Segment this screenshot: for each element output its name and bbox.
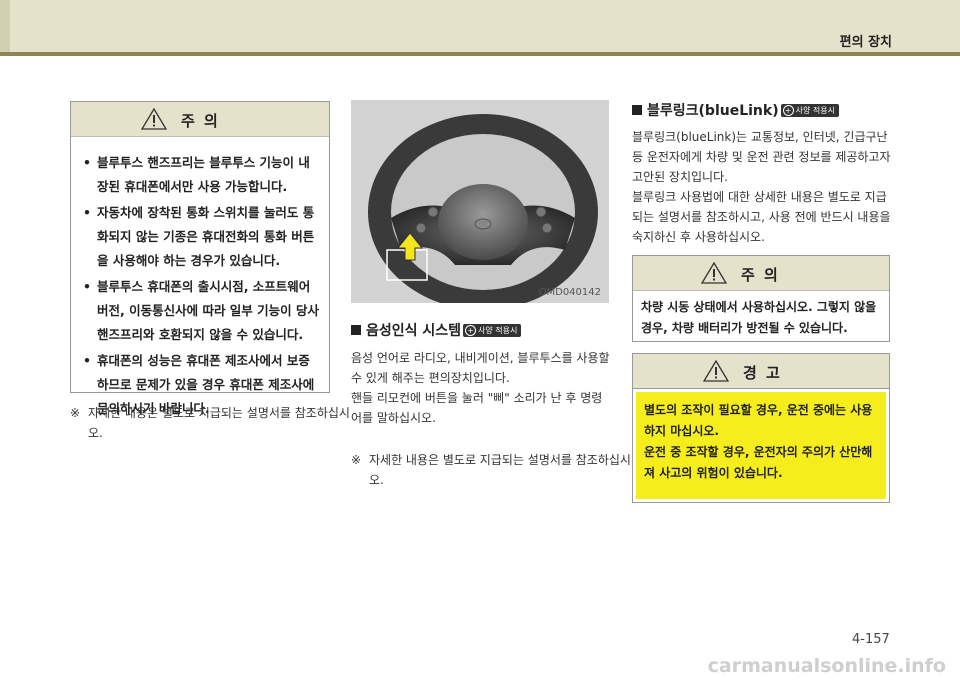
caution-title: 주 의 xyxy=(181,112,220,130)
warning-line: 운전 중 조작할 경우, 운전자의 주의가 산만해져 사고의 위험이 있습니다. xyxy=(644,445,873,480)
caution-text: 차량 시동 상태에서 사용하십시오. 그렇지 않을 경우, 차량 배터리가 방전… xyxy=(641,300,877,335)
caution-header: 주 의 xyxy=(71,102,329,137)
caution-header: 주 의 xyxy=(633,256,889,291)
plus-circle-icon: + xyxy=(465,325,477,336)
caution-list: 블루투스 핸즈프리는 블루투스 기능이 내장된 휴대폰에서만 사용 가능합니다.… xyxy=(71,137,329,433)
section-square-icon xyxy=(632,105,642,115)
reference-mark: ※ xyxy=(70,406,81,420)
warning-line: 별도의 조작이 필요할 경우, 운전 중에는 사용하지 마십시오. xyxy=(644,403,873,438)
section-header-title: 편의 장치 xyxy=(839,35,892,50)
watermark: carmanualsonline.info xyxy=(707,655,946,677)
left-note: ※ 자세한 내용은 별도로 지급되는 설명서를 참조하십시오. xyxy=(70,403,350,443)
middle-note: ※ 자세한 내용은 별도로 지급되는 설명서를 참조하십시오. xyxy=(351,450,631,490)
reference-mark: ※ xyxy=(351,453,362,467)
warning-title: 경 고 xyxy=(743,364,782,382)
list-item: 자동차에 장착된 통화 스위치를 눌러도 통화되지 않는 기종은 휴대전화의 통… xyxy=(83,201,319,273)
left-caution-box: 주 의 블루투스 핸즈프리는 블루투스 기능이 내장된 휴대폰에서만 사용 가능… xyxy=(70,101,330,416)
steering-wheel-photo: OMD040142 xyxy=(351,100,609,303)
warning-triangle-icon xyxy=(701,262,727,284)
page-header: 편의 장치 xyxy=(0,0,960,52)
warning-triangle-icon xyxy=(141,108,167,130)
paragraph: 핸들 리모컨에 버튼을 눌러 "삐" 소리가 난 후 명령어를 말하십시오. xyxy=(351,391,603,425)
paragraph: 블루링크 사용법에 대한 상세한 내용은 별도로 지급되는 설명서를 참조하시고… xyxy=(632,190,891,244)
section-square-icon xyxy=(351,325,361,335)
right-caution-box: 주 의 차량 시동 상태에서 사용하십시오. 그렇지 않을 경우, 차량 배터리… xyxy=(632,255,890,342)
option-badge: + 사양 적용시 xyxy=(463,324,522,337)
paragraph: 음성 언어로 라디오, 내비게이션, 블루투스를 사용할 수 있게 해주는 편의… xyxy=(351,351,610,385)
header-rule xyxy=(0,52,960,56)
note-text: 자세한 내용은 별도로 지급되는 설명서를 참조하십시오. xyxy=(88,406,350,440)
photo-code: OMD040142 xyxy=(538,287,601,298)
voice-recognition-body: 음성 언어로 라디오, 내비게이션, 블루투스를 사용할 수 있게 해주는 편의… xyxy=(351,348,611,428)
voice-recognition-title: 음성인식 시스템 + 사양 적용시 xyxy=(351,320,522,340)
warning-triangle-icon xyxy=(703,360,729,382)
bluelink-body: 블루링크(blueLink)는 교통정보, 인터넷, 긴급구난 등 운전자에게 … xyxy=(632,127,892,247)
list-item: 블루투스 휴대폰의 출시시점, 소프트웨어 버전, 이동통신사에 따라 일부 기… xyxy=(83,275,319,347)
warning-box: 경 고 별도의 조작이 필요할 경우, 운전 중에는 사용하지 마십시오. 운전… xyxy=(632,353,890,503)
steering-wheel-illustration xyxy=(368,114,598,303)
bluelink-title: 블루링크(blueLink) + 사양 적용시 xyxy=(632,100,839,120)
warning-body: 별도의 조작이 필요할 경우, 운전 중에는 사용하지 마십시오. 운전 중 조… xyxy=(636,392,886,499)
plus-circle-icon: + xyxy=(782,105,794,116)
note-text: 자세한 내용은 별도로 지급되는 설명서를 참조하십시오. xyxy=(369,453,631,487)
header-tab xyxy=(0,0,10,52)
paragraph: 블루링크(blueLink)는 교통정보, 인터넷, 긴급구난 등 운전자에게 … xyxy=(632,130,891,184)
page-number: 4-157 xyxy=(852,632,890,647)
caution-title: 주 의 xyxy=(741,266,780,284)
option-badge: + 사양 적용시 xyxy=(780,104,839,117)
list-item: 블루투스 핸즈프리는 블루투스 기능이 내장된 휴대폰에서만 사용 가능합니다. xyxy=(83,151,319,199)
warning-header: 경 고 xyxy=(633,354,889,389)
